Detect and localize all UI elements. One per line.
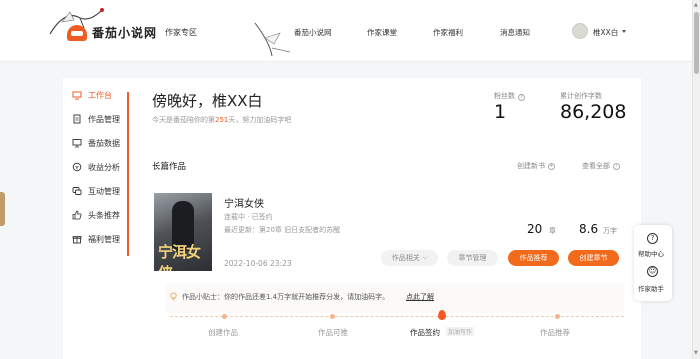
scrollbar-thumb[interactable] bbox=[694, 12, 699, 74]
words-value: 86,208 bbox=[560, 101, 627, 123]
create-book-link[interactable]: 创建新书 + bbox=[517, 161, 555, 171]
sidebar-item-label: 互动管理 bbox=[88, 186, 120, 196]
sidebar-item-works[interactable]: 作品管理 bbox=[72, 111, 120, 127]
chevron-down-icon: ⌵ bbox=[422, 254, 428, 261]
progress-dot bbox=[330, 314, 335, 319]
sidebar-item-data[interactable]: 番茄数据 bbox=[72, 135, 120, 151]
nav-writer-welfare[interactable]: 作家福利 bbox=[433, 27, 463, 38]
monitor-icon bbox=[72, 139, 82, 148]
help-center-icon[interactable]: ? bbox=[647, 233, 658, 244]
sidebar-item-label: 头条推荐 bbox=[88, 210, 120, 220]
cover-title-art: 宁洱女侠 bbox=[158, 243, 201, 271]
view-all-link[interactable]: 查看全部 › bbox=[582, 161, 620, 171]
sidebar-item-label: 工作台 bbox=[88, 90, 112, 100]
sidebar-item-headline[interactable]: 头条推荐 bbox=[72, 207, 120, 223]
create-chapter-button[interactable]: 创建章节 bbox=[568, 250, 619, 266]
chat-icon bbox=[72, 187, 82, 195]
fans-label: 粉丝数? bbox=[494, 91, 525, 101]
book-cover[interactable]: 宁洱女侠 bbox=[154, 193, 212, 271]
greeting-title: 傍晚好，椎XX白 bbox=[152, 92, 263, 110]
step-recommendable: 作品可推 bbox=[318, 328, 348, 337]
scroll-down-arrow-icon[interactable]: ▼ bbox=[694, 350, 698, 356]
days-count: 251 bbox=[215, 116, 229, 124]
section-title: 长篇作品 bbox=[152, 162, 187, 172]
sidebar-item-welfare[interactable]: 福利管理 bbox=[72, 231, 120, 247]
sidebar-item-label: 番茄数据 bbox=[88, 138, 120, 148]
book-title[interactable]: 宁洱女侠 bbox=[224, 195, 264, 210]
document-icon bbox=[73, 114, 81, 124]
book-latest-update[interactable]: 最近更新：第20章 旧日支配者的苏醒 bbox=[224, 225, 340, 235]
chapter-unit: 章 bbox=[549, 227, 556, 235]
nav-fanqie[interactable]: 番茄小说网 bbox=[294, 27, 332, 38]
sidebar-item-label: 福利管理 bbox=[88, 234, 120, 244]
sidebar-item-workbench[interactable]: 工作台 bbox=[72, 87, 112, 103]
avatar[interactable] bbox=[572, 23, 588, 39]
coin-icon bbox=[72, 162, 82, 172]
work-promote-button[interactable]: 作品推荐 bbox=[508, 250, 559, 266]
sidebar-item-label: 收益分析 bbox=[88, 162, 120, 172]
tip-text: 作品小贴士：你的作品还差1.4万字就开始推荐分发，请加油码字。 bbox=[182, 293, 390, 301]
book-date: 2022-10-06 23:23 bbox=[224, 259, 292, 268]
nav-messages[interactable]: 消息通知 bbox=[500, 27, 530, 38]
current-step-tag: 加油写作 bbox=[446, 327, 475, 336]
book-status: 连载中 · 已签约 bbox=[224, 213, 273, 221]
work-related-button[interactable]: 作品相关 ⌵ bbox=[381, 250, 438, 266]
brand-name[interactable]: 番茄小说网 bbox=[92, 24, 157, 41]
desk-icon bbox=[72, 91, 82, 100]
chapter-count: 20 bbox=[527, 222, 543, 236]
help-center-label[interactable]: 帮助中心 bbox=[638, 248, 664, 258]
progress-dot bbox=[555, 314, 560, 319]
plus-icon: + bbox=[548, 162, 555, 170]
word-count: 8.6 bbox=[579, 222, 599, 236]
sidebar-item-label: 作品管理 bbox=[88, 114, 120, 124]
writer-assistant-label[interactable]: 作家助手 bbox=[638, 283, 664, 293]
chevron-right-icon: › bbox=[613, 162, 620, 170]
side-drag-handle[interactable] bbox=[0, 192, 5, 226]
chapter-manage-button[interactable]: 章节管理 bbox=[447, 250, 498, 266]
fans-value: 1 bbox=[494, 101, 507, 123]
help-icon[interactable]: ? bbox=[518, 94, 525, 101]
greeting-subtitle: 今天是番茄陪你的第251天，努力加油码字吧 bbox=[152, 116, 292, 124]
words-label: 累计创作字数 bbox=[560, 92, 602, 100]
thumb-up-icon bbox=[72, 210, 82, 220]
sidebar-item-income[interactable]: 收益分析 bbox=[72, 159, 120, 175]
scroll-up-arrow-icon[interactable]: ▲ bbox=[694, 2, 698, 8]
writer-zone-label: 作家专区 bbox=[165, 28, 197, 37]
progress-dot bbox=[222, 314, 227, 319]
nav-writer-class[interactable]: 作家课堂 bbox=[367, 27, 397, 38]
tomato-logo-icon[interactable] bbox=[67, 25, 87, 41]
gift-icon bbox=[72, 236, 82, 244]
sidebar-item-interaction[interactable]: 互动管理 bbox=[72, 183, 120, 199]
crane-decoration bbox=[254, 22, 291, 57]
user-name[interactable]: 椎XX白 bbox=[593, 27, 618, 38]
step-create: 创建作品 bbox=[208, 328, 238, 337]
word-unit: 万字 bbox=[603, 227, 617, 235]
lightbulb-icon bbox=[170, 292, 177, 301]
step-signed: 作品签约 bbox=[410, 328, 440, 337]
sidebar-active-indicator bbox=[127, 92, 129, 256]
chevron-down-icon[interactable] bbox=[622, 30, 626, 33]
learn-more-link[interactable]: 点此了解 bbox=[406, 292, 434, 302]
writer-assistant-icon[interactable]: ☺ bbox=[647, 266, 658, 277]
current-step-marker-icon bbox=[438, 310, 446, 320]
step-promoted: 作品推荐 bbox=[540, 328, 570, 337]
